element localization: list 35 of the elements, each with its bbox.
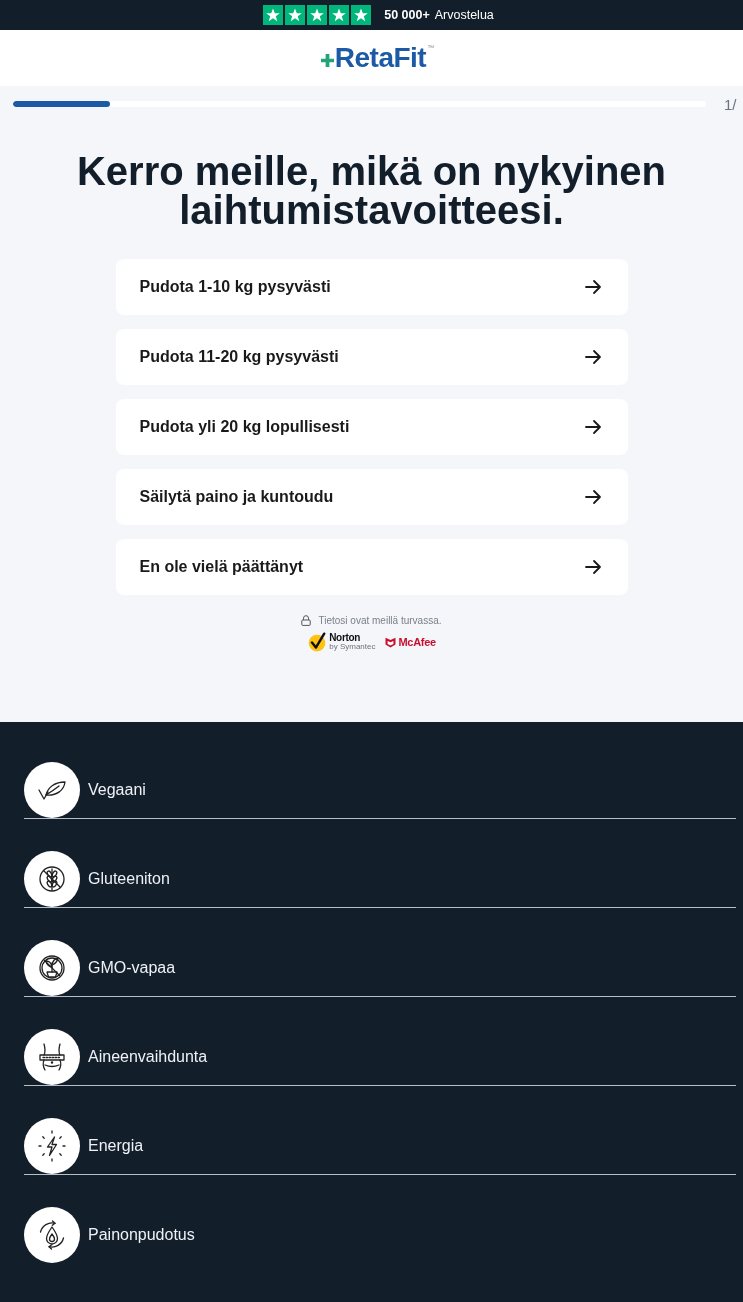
review-count: 50 000+ — [384, 8, 430, 22]
answer-option[interactable]: Säilytä paino ja kuntoudu — [115, 469, 628, 525]
arrow-right-icon — [583, 418, 602, 436]
badge-name: McAfee — [398, 636, 436, 648]
crossed-plant-icon — [24, 940, 80, 996]
feature-label: GMO-vapaa — [88, 959, 176, 977]
lightning-icon — [24, 1118, 80, 1174]
answer-option[interactable]: Pudota 11-20 kg pysyvästi — [115, 329, 628, 385]
plus-icon — [320, 54, 334, 67]
shield-icon — [385, 636, 397, 648]
leaf-check-icon — [24, 762, 80, 818]
feature-label: Gluteeniton — [88, 870, 170, 888]
answer-option[interactable]: Pudota yli 20 kg lopullisesti — [115, 399, 628, 455]
lock-icon — [301, 615, 312, 626]
logo-text: RetaFit — [334, 42, 427, 74]
arrow-right-icon — [583, 488, 602, 506]
review-label: Arvostelua — [434, 8, 494, 22]
feature-label: Energia — [88, 1137, 144, 1155]
feature-label: Painonpudotus — [88, 1226, 195, 1244]
badge-caption: by Symantec — [329, 643, 376, 651]
drop-cycle-icon — [24, 1207, 80, 1263]
check-badge-icon — [307, 632, 328, 652]
arrow-right-icon — [583, 558, 602, 576]
feature-label: Aineenvaihdunta — [88, 1048, 208, 1066]
feature-label: Vegaani — [88, 781, 146, 799]
badge-name: Norton — [329, 633, 362, 643]
question-title: Kerro meille, mikä on nykyinen laihtumistavoitteesi. — [75, 152, 668, 230]
step-counter: 1/ — [724, 95, 737, 113]
answer-option[interactable]: Pudota 1-10 kg pysyvästi — [115, 259, 628, 315]
arrow-right-icon — [583, 278, 602, 296]
answer-option[interactable]: En ole vielä päättänyt — [115, 539, 628, 595]
crossed-wheat-icon — [24, 851, 80, 907]
security-note: Tietosi ovat meillä turvassa. — [318, 615, 442, 626]
arrow-right-icon — [583, 348, 602, 366]
waist-tape-icon — [24, 1029, 80, 1085]
